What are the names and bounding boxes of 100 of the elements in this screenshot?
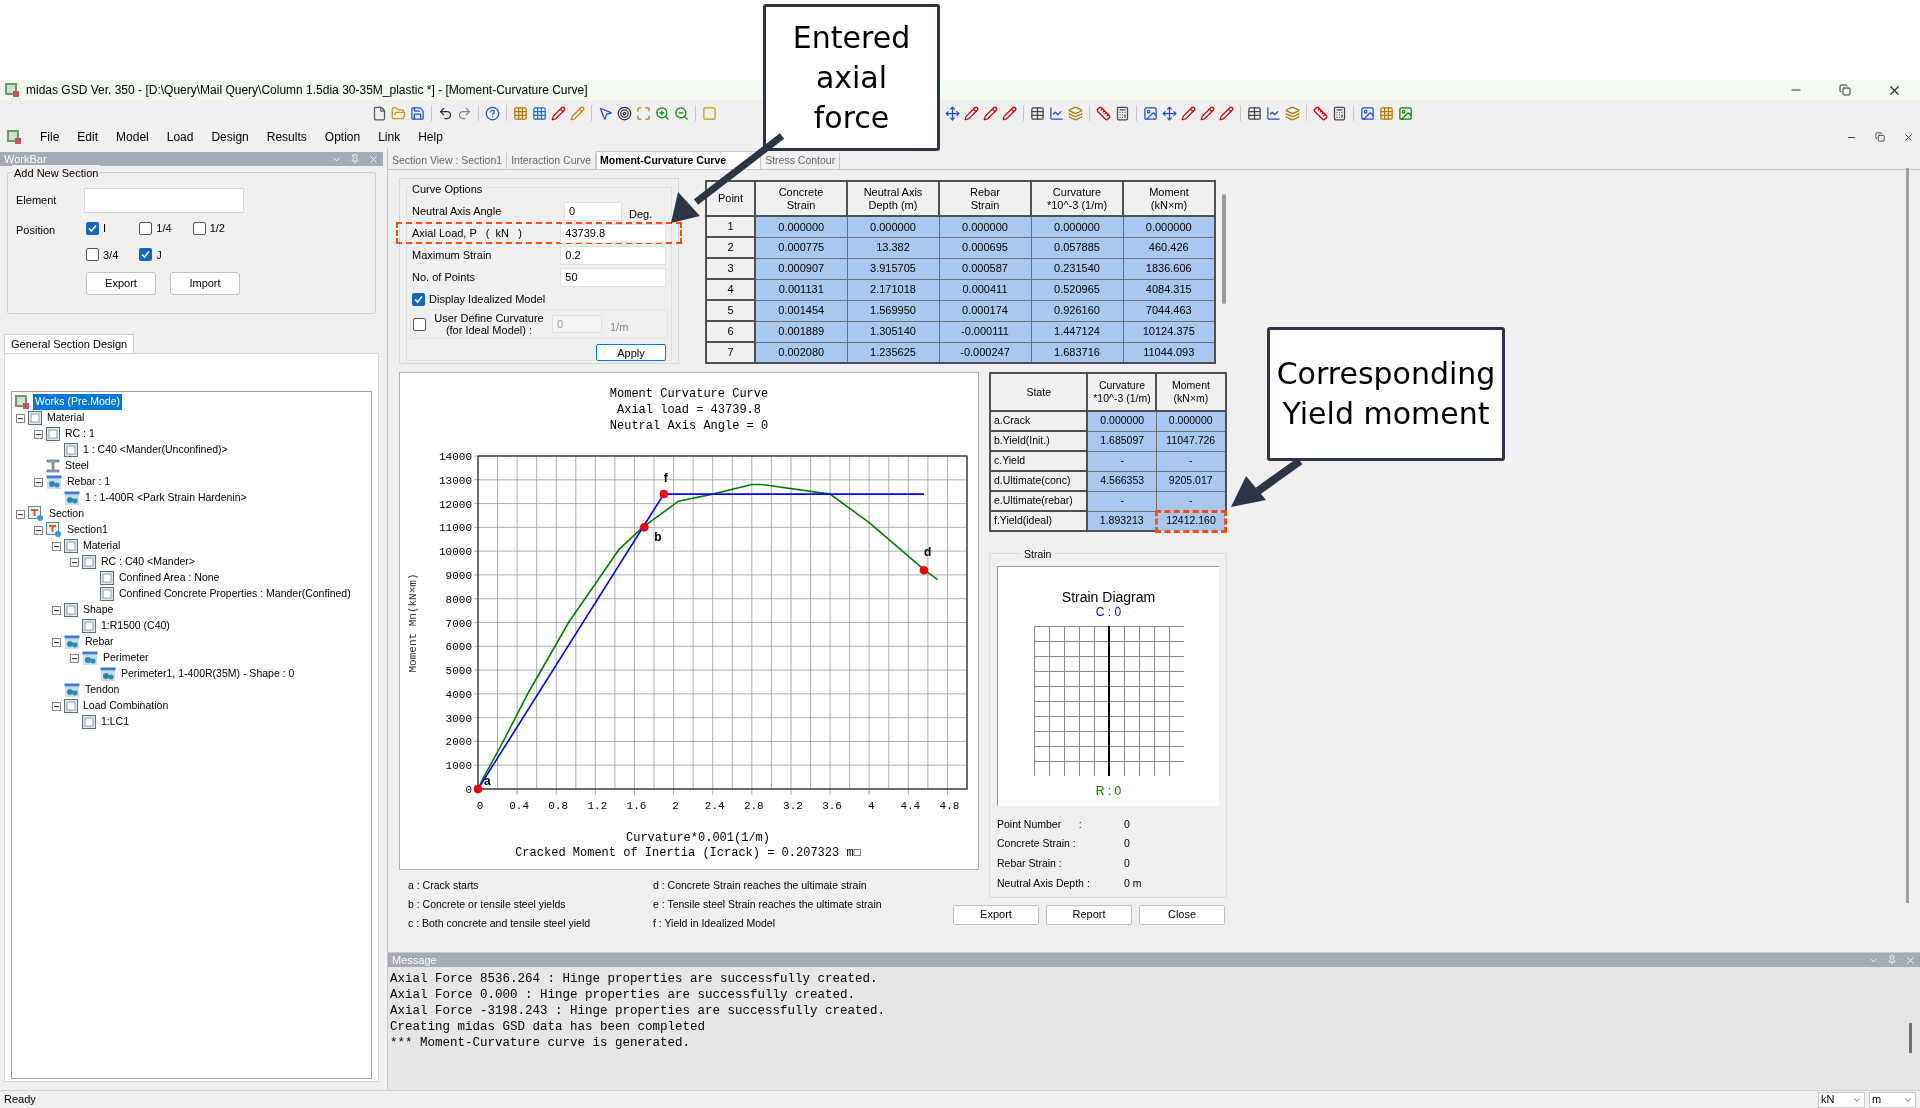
menu-item[interactable]: Load [166, 128, 194, 146]
pencil-icon[interactable] [983, 105, 998, 121]
input-field[interactable]: 0 [564, 201, 622, 221]
menu-item[interactable]: Link [378, 128, 401, 146]
tree-item[interactable]: 1:LC1 [99, 714, 132, 730]
menu-item[interactable]: Option [324, 128, 361, 146]
tree-item[interactable]: 1 : C40 <Mander(Unconfined)> [81, 442, 230, 458]
scroll-bar[interactable] [1909, 1023, 1912, 1053]
restore-icon[interactable] [1839, 84, 1851, 96]
undo-icon[interactable] [438, 105, 453, 121]
pencil-icon[interactable] [551, 105, 566, 121]
section-button[interactable]: Import [170, 272, 240, 295]
tree-item[interactable]: Confined Concrete Properties : Mander(Confined) [117, 586, 353, 602]
chart-icon[interactable] [1049, 105, 1064, 121]
section-button[interactable]: Export [86, 272, 156, 295]
tree-item[interactable]: Rebar : 1 [65, 474, 113, 490]
tree-item[interactable]: 1 : 1-400R <Park Strain Hardenin> [83, 490, 249, 506]
checkbox[interactable] [86, 248, 99, 262]
image-icon[interactable] [1143, 105, 1158, 121]
document-tab[interactable]: Stress Contour [761, 153, 841, 169]
tree-item[interactable]: Tendon [83, 682, 122, 698]
input-field[interactable]: 50 [560, 267, 666, 287]
zoom-out-icon[interactable] [674, 105, 689, 121]
collapse-toggle[interactable] [52, 605, 61, 615]
move-icon[interactable] [1162, 105, 1177, 121]
tree-item[interactable]: Steel [63, 458, 91, 474]
dialog-button[interactable]: Report [1046, 904, 1132, 925]
pencil-icon[interactable] [1181, 105, 1196, 121]
ruler-icon[interactable] [1313, 105, 1328, 121]
target-icon[interactable] [617, 105, 632, 121]
checkbox[interactable] [412, 292, 425, 306]
zoom-in-icon[interactable] [655, 105, 670, 121]
tree-item[interactable]: Section [47, 506, 87, 522]
tree-item[interactable]: 1:R1500 (C40) [99, 618, 172, 634]
pencil-icon[interactable] [1002, 105, 1017, 121]
move-icon[interactable] [945, 105, 960, 121]
tree-item[interactable]: Rebar [83, 634, 116, 650]
tree-item[interactable]: Perimeter1, 1-400R(35M) - Shape : 0 [119, 666, 297, 682]
restore-icon[interactable] [1875, 132, 1885, 142]
calculator-icon[interactable] [1115, 105, 1130, 121]
collapse-toggle[interactable] [52, 637, 61, 647]
input-field[interactable]: 0.2 [560, 245, 666, 265]
tree-item[interactable]: Material [81, 538, 123, 554]
tree-item[interactable]: Confined Area : None [117, 570, 222, 586]
help-icon[interactable] [485, 105, 500, 121]
tree-item[interactable]: RC : 1 [63, 426, 97, 442]
tree-item[interactable]: RC : C40 <Mander> [99, 554, 197, 570]
collapse-toggle[interactable] [52, 701, 61, 711]
layers-icon[interactable] [1068, 105, 1083, 121]
collapse-toggle[interactable] [70, 653, 79, 663]
collapse-toggle[interactable] [16, 509, 25, 519]
element-field[interactable] [84, 188, 244, 213]
document-tab[interactable]: Moment-Curvature Curve [596, 151, 762, 169]
unit-dropdown[interactable]: kN [1818, 1091, 1865, 1108]
tree-item[interactable]: Load Combination [81, 698, 171, 714]
scroll-bar[interactable] [1906, 168, 1909, 903]
menu-item[interactable]: File [40, 128, 60, 146]
menu-item[interactable]: Results [266, 128, 307, 146]
file-icon[interactable] [372, 105, 387, 121]
input-field[interactable]: 43739.8 [560, 223, 666, 243]
grid-icon[interactable] [513, 105, 528, 121]
menu-item[interactable]: Edit [77, 128, 99, 146]
table-icon[interactable] [1030, 105, 1045, 121]
image-icon[interactable] [1398, 105, 1413, 121]
grid-icon[interactable] [532, 105, 547, 121]
close-icon[interactable] [1903, 131, 1914, 143]
checkbox[interactable] [139, 221, 153, 235]
pencil-icon[interactable] [1200, 105, 1215, 121]
save-icon[interactable] [410, 105, 425, 121]
tree-item[interactable]: Section1 [65, 522, 110, 538]
table-icon[interactable] [1247, 105, 1262, 121]
pencil-icon[interactable] [570, 105, 585, 121]
unit-dropdown[interactable]: m [1869, 1091, 1916, 1108]
scroll-bar[interactable] [1222, 194, 1226, 304]
collapse-toggle[interactable] [34, 525, 43, 535]
dialog-button[interactable]: Close [1139, 904, 1225, 925]
checkbox[interactable] [192, 221, 206, 235]
layers-icon[interactable] [1285, 105, 1300, 121]
tree-item[interactable]: Perimeter [101, 650, 151, 666]
pencil-icon[interactable] [964, 105, 979, 121]
chart-icon[interactable] [1266, 105, 1281, 121]
menu-item[interactable]: Model [116, 128, 149, 146]
pointer-icon[interactable] [598, 105, 613, 121]
pencil-icon[interactable] [1219, 105, 1234, 121]
grid-icon[interactable] [1379, 105, 1394, 121]
panel-tab[interactable]: General Section Design [4, 334, 135, 353]
collapse-toggle[interactable] [16, 413, 25, 423]
collapse-toggle[interactable] [52, 541, 61, 551]
collapse-toggle[interactable] [34, 477, 43, 487]
collapse-toggle[interactable] [70, 557, 79, 567]
dialog-button[interactable]: Export [953, 904, 1039, 925]
checkbox[interactable] [139, 248, 153, 262]
tree-item[interactable]: Shape [81, 602, 116, 618]
ruler-icon[interactable] [1096, 105, 1111, 121]
calculator-icon[interactable] [1332, 105, 1347, 121]
menu-item[interactable]: Design [211, 128, 249, 146]
tree-item[interactable]: Works (Pre.Mode) [33, 394, 122, 410]
checkbox[interactable] [86, 221, 99, 235]
document-tab[interactable]: Section View : Section1 [388, 153, 508, 169]
apply-button[interactable]: Apply [596, 344, 666, 361]
